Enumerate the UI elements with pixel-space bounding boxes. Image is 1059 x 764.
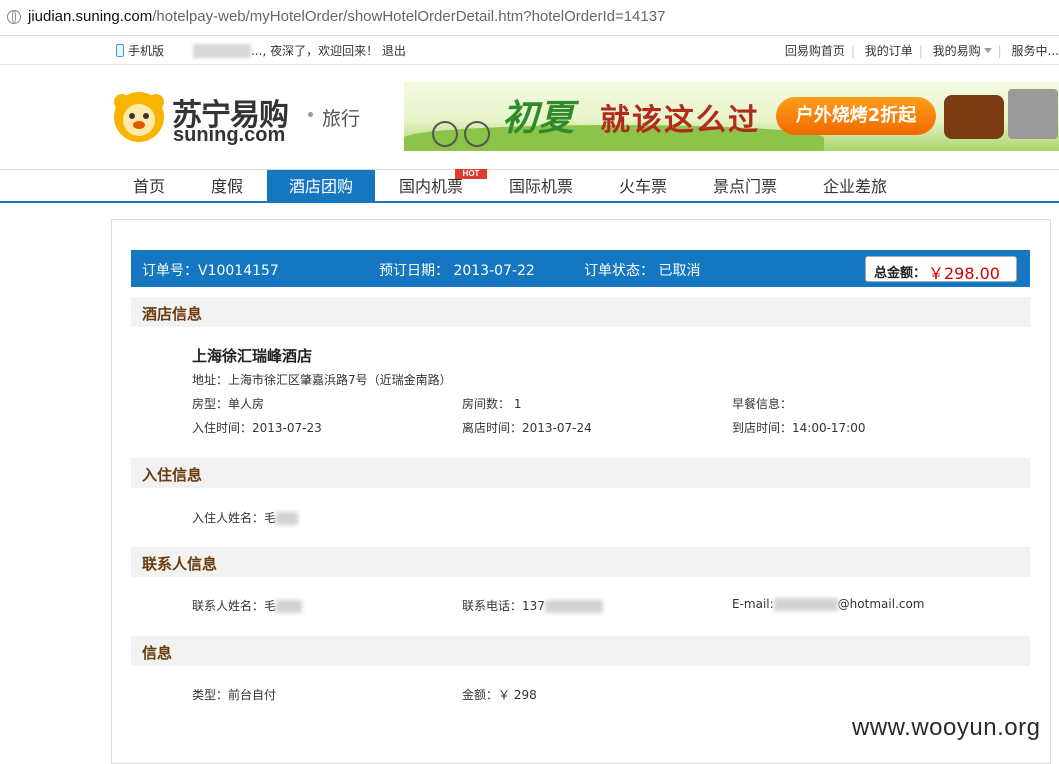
payment-type: 类型：前台自付	[192, 688, 277, 702]
nav-vacation[interactable]: 度假	[190, 170, 264, 202]
blurred-value	[544, 600, 603, 613]
room-type: 房型：单人房	[192, 397, 265, 411]
nav-home[interactable]: 首页	[112, 170, 186, 202]
order-status: 订单状态： 已取消	[584, 263, 701, 279]
contact-name: 联系人姓名：毛	[192, 597, 303, 614]
payment-amount: 金额：￥ 298	[462, 688, 537, 702]
nav-train[interactable]: 火车票	[606, 170, 680, 202]
contact-email: E-mail: @hotmail.com	[732, 597, 924, 611]
breakfast-info: 早餐信息：	[732, 397, 793, 411]
contact-email-label: E-mail:	[732, 597, 774, 611]
bicycle-wheel-icon	[432, 121, 458, 147]
hot-badge: HOT	[455, 169, 487, 179]
url-text[interactable]: jiudian.suning.com/hotelpay-web/myHotelO…	[28, 8, 665, 25]
main-nav: 首页 度假 酒店团购 国内机票 HOT 国际机票 火车票 景点门票 企业差旅	[0, 169, 1059, 203]
order-number: 订单号：V10014157	[142, 263, 279, 279]
contact-phone: 联系电话：137	[462, 597, 603, 614]
nav-business-travel[interactable]: 企业差旅	[812, 170, 898, 202]
logo-dot	[308, 112, 313, 117]
separator: |	[918, 44, 923, 58]
top-link-orders[interactable]: 我的订单	[865, 44, 913, 58]
chevron-down-icon	[983, 48, 992, 53]
browser-address-bar[interactable]: jiudian.suning.com/hotelpay-web/myHotelO…	[0, 0, 1059, 36]
section-contact-info: 联系人信息	[131, 547, 1030, 577]
watermark: www.wooyun.org	[852, 714, 1041, 741]
banner-promo: 户外烧烤2折起	[776, 97, 936, 135]
separator: |	[850, 44, 855, 58]
section-title: 入住信息	[142, 466, 203, 484]
bicycle-wheel-icon	[464, 121, 490, 147]
banner-title-b: 就该这么过	[600, 103, 760, 138]
separator: |	[997, 44, 1002, 58]
top-utility-bar: 手机版 ..., 夜深了，欢迎回来！ 退出 回易购首页 | 我的订单 | 我的易购 |…	[0, 36, 1059, 65]
section-hotel-info: 酒店信息	[131, 297, 1030, 327]
section-payment-info: 信息	[131, 636, 1030, 666]
site-logo[interactable]: 苏宁易购 suning.com 旅行	[112, 88, 372, 152]
total-amount-box: 总金额： ￥298.00	[865, 256, 1017, 283]
banner-title-a: 初夏	[502, 97, 575, 139]
section-title: 联系人信息	[142, 555, 218, 573]
checkout-date: 离店时间：2013-07-24	[462, 421, 592, 435]
hotel-name: 上海徐汇瑞峰酒店	[192, 347, 313, 365]
mobile-version-link[interactable]: 手机版	[116, 42, 164, 59]
greeting-text: ..., 夜深了，欢迎回来！	[251, 44, 379, 58]
checkin-date: 入住时间：2013-07-23	[192, 421, 322, 435]
top-link-service[interactable]: 服务中...	[1012, 44, 1059, 58]
guest-name-label: 入住人姓名：毛	[192, 511, 277, 525]
blurred-value	[276, 600, 303, 613]
mobile-label: 手机版	[128, 44, 165, 58]
globe-icon	[7, 10, 21, 24]
blurred-username	[193, 44, 251, 58]
contact-email-domain: @hotmail.com	[837, 597, 925, 611]
logo-travel: 旅行	[322, 108, 361, 130]
contact-phone-label: 联系电话：137	[462, 599, 545, 613]
logout-link[interactable]: 退出	[382, 44, 406, 58]
room-count: 房间数： 1	[462, 397, 522, 411]
order-date: 预订日期： 2013-07-22	[379, 263, 535, 279]
url-path: /hotelpay-web/myHotelOrder/showHotelOrde…	[152, 8, 666, 25]
blurred-value	[773, 598, 838, 611]
nav-attractions[interactable]: 景点门票	[702, 170, 788, 202]
top-links: 回易购首页 | 我的订单 | 我的易购 | 服务中...	[785, 42, 1059, 59]
order-summary-bar: 订单号：V10014157 预订日期： 2013-07-22 订单状态： 已取消…	[131, 250, 1030, 287]
lion-logo-icon	[114, 92, 164, 142]
section-guest-info: 入住信息	[131, 458, 1030, 488]
phone-icon	[116, 44, 124, 57]
top-link-home[interactable]: 回易购首页	[785, 44, 845, 58]
bbq-grill-image	[1008, 89, 1058, 139]
nav-hotel-groupbuy[interactable]: 酒店团购	[267, 170, 375, 202]
url-domain: jiudian.suning.com	[28, 8, 153, 25]
hotel-address: 地址：上海市徐汇区肇嘉浜路7号（近瑞金南路）	[192, 373, 452, 387]
logo-en: suning.com	[173, 124, 286, 146]
top-link-my-suning[interactable]: 我的易购	[933, 44, 981, 58]
total-label: 总金额：	[874, 266, 927, 281]
total-value: ￥298.00	[928, 264, 1000, 283]
section-title: 酒店信息	[142, 305, 203, 323]
guest-name: 入住人姓名：毛	[192, 509, 299, 526]
greeting: ..., 夜深了，欢迎回来！ 退出	[193, 42, 406, 59]
contact-name-label: 联系人姓名：毛	[192, 599, 277, 613]
section-title: 信息	[142, 644, 173, 662]
arrival-time: 到店时间：14:00-17:00	[732, 421, 866, 435]
promo-banner[interactable]: 初夏 就该这么过 户外烧烤2折起	[404, 81, 1059, 151]
blurred-value	[276, 512, 299, 525]
nav-intl-flights[interactable]: 国际机票	[498, 170, 584, 202]
bbq-food-image	[944, 95, 1004, 139]
